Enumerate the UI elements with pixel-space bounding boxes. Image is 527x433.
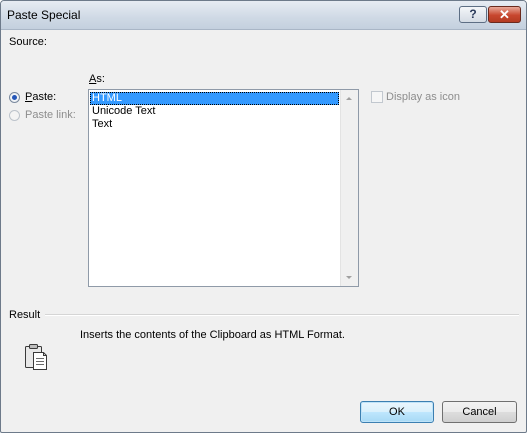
help-icon: ? [469,7,477,21]
result-label: Result [9,309,41,321]
close-button[interactable]: ✕ [488,6,521,23]
as-label: As: [89,73,105,85]
scroll-down-icon[interactable] [346,276,352,279]
list-item[interactable]: Text [90,118,339,131]
source-label: Source: [9,36,47,48]
clipboard-icon [25,344,47,370]
paste-radio-label[interactable]: Paste: [25,91,56,103]
paste-link-label[interactable]: Paste link: [25,109,76,121]
radio-selected-dot [12,95,17,100]
cancel-button[interactable]: Cancel [442,401,517,423]
title-bar: Paste Special ? ✕ [1,1,526,30]
paste-radio[interactable] [9,92,20,103]
result-description: Inserts the contents of the Clipboard as… [80,329,345,341]
dialog-title: Paste Special [7,8,81,22]
close-icon: ✕ [499,7,510,22]
as-format-listbox[interactable]: HTML Unicode Text Text [88,89,359,287]
list-item[interactable]: Unicode Text [90,105,339,118]
ok-button[interactable]: OK [360,401,434,423]
paste-special-dialog: Paste Special ? ✕ Source: As: Paste: Pas… [0,0,527,433]
list-item[interactable]: HTML [90,92,339,105]
listbox-scrollbar[interactable] [340,90,358,286]
result-divider [45,314,519,316]
display-as-icon-checkbox[interactable] [371,91,383,103]
paste-link-radio[interactable] [9,110,20,121]
help-button[interactable]: ? [459,6,487,23]
display-as-icon-label[interactable]: Display as icon [386,91,460,103]
scroll-up-icon[interactable] [346,97,352,100]
